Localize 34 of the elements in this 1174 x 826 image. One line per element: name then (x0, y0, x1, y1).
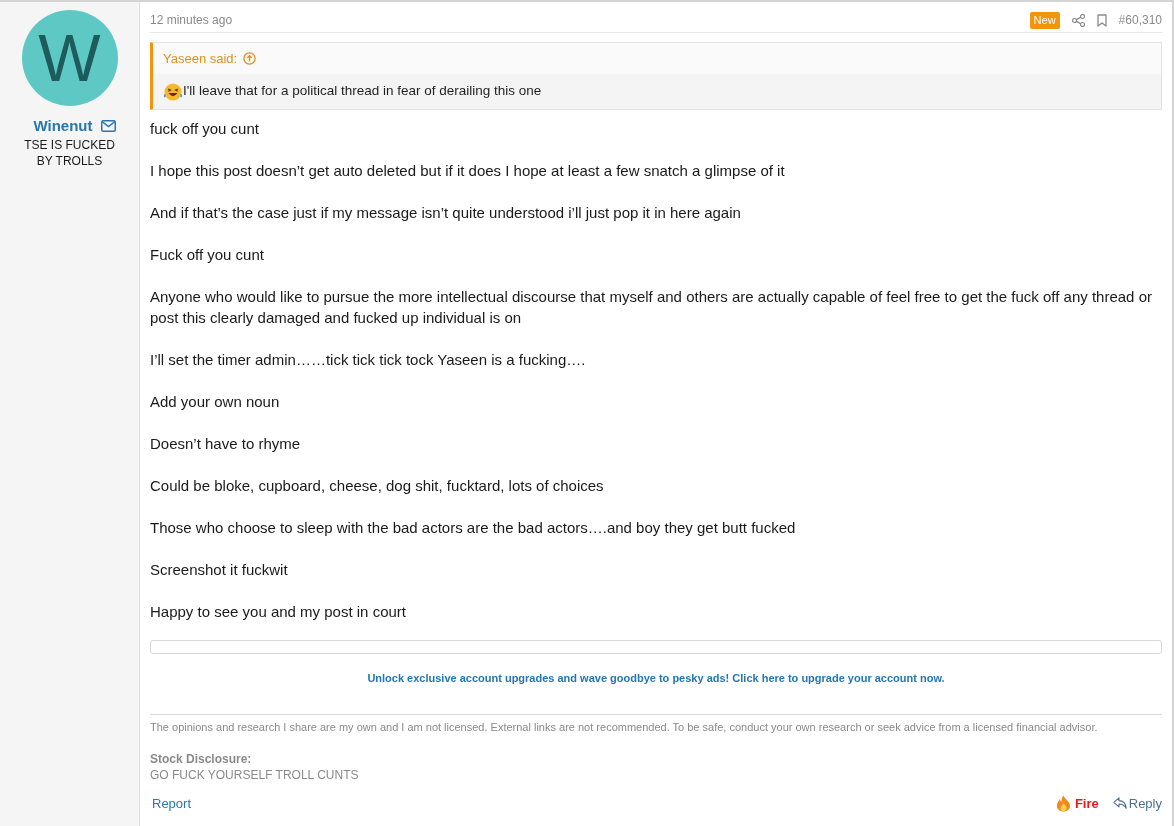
signature-text: GO FUCK YOURSELF TROLL CUNTS (150, 766, 360, 783)
user-title: TSE IS FUCKED BY TROLLS (23, 137, 116, 169)
report-link[interactable]: Report (152, 793, 192, 813)
envelope-icon[interactable] (100, 120, 116, 132)
avatar: W (21, 10, 118, 106)
post-time[interactable]: 12 minutes ago (150, 11, 233, 29)
post-paragraph: fuck off you cunt (150, 119, 260, 139)
quote-text: I'll leave that for a political thread in fear of derailing this one (183, 82, 542, 101)
post-paragraph: Could be bloke, cupboard, cheese, dog shit, fucktard, lots of choices (150, 476, 605, 496)
post-paragraph: Fuck off you cunt (150, 245, 265, 265)
reply-icon (1112, 797, 1127, 810)
post-paragraph: Anyone who would like to pursue the more intellectual discourse that myself and others are actually capable of feel free to get the fuck off any thread or post this clearly damaged and fucked up individual is on (150, 287, 1153, 328)
post-paragraph: Doesn’t have to rhyme (150, 434, 302, 454)
fire-icon (1055, 794, 1071, 812)
signature-heading: Stock Disclosure: (150, 750, 253, 767)
bookmark-icon[interactable] (1096, 13, 1107, 27)
post-paragraph: Screenshot it fuckwit (150, 560, 289, 580)
reply-button[interactable]: Reply (1112, 793, 1162, 813)
signature-disclaimer: The opinions and research I share are my own and I am not licensed. External links are not recommended. To be safe, conduct your own research or seek advice from a licensed financial advisor. (150, 719, 1099, 734)
quote-author-link[interactable]: Yaseen said: (163, 48, 238, 69)
post-paragraph: Happy to see you and my post in court (150, 602, 407, 622)
post-paragraph: I hope this post doesn’t get auto deleted but if it does I hope at least a few snatch a glimpse of it (150, 161, 786, 181)
post-paragraph: Those who choose to sleep with the bad actors are the bad actors….and boy they get butt fucked (150, 518, 797, 538)
post-paragraph: And if that’s the case just if my message isn’t quite understood i’ll just pop it in here again (150, 203, 742, 223)
upgrade-link[interactable]: Unlock exclusive account upgrades and wave goodbye to pesky ads! Click here to upgrade your account now. (367, 670, 945, 687)
post-paragraph: Add your own noun (150, 392, 281, 412)
post-number-link[interactable]: #60,310 (1118, 11, 1162, 29)
arrow-up-circle-icon[interactable] (243, 52, 257, 65)
fire-reaction-button[interactable]: Fire (1055, 793, 1099, 813)
post-paragraph: I’ll set the timer admin……tick tick tick tock Yaseen is a fucking…. (150, 350, 587, 370)
new-badge: New (1029, 11, 1060, 29)
share-icon[interactable] (1071, 13, 1085, 27)
username-link[interactable]: Winenut (33, 116, 93, 136)
laughing-emoji-icon (163, 81, 183, 102)
